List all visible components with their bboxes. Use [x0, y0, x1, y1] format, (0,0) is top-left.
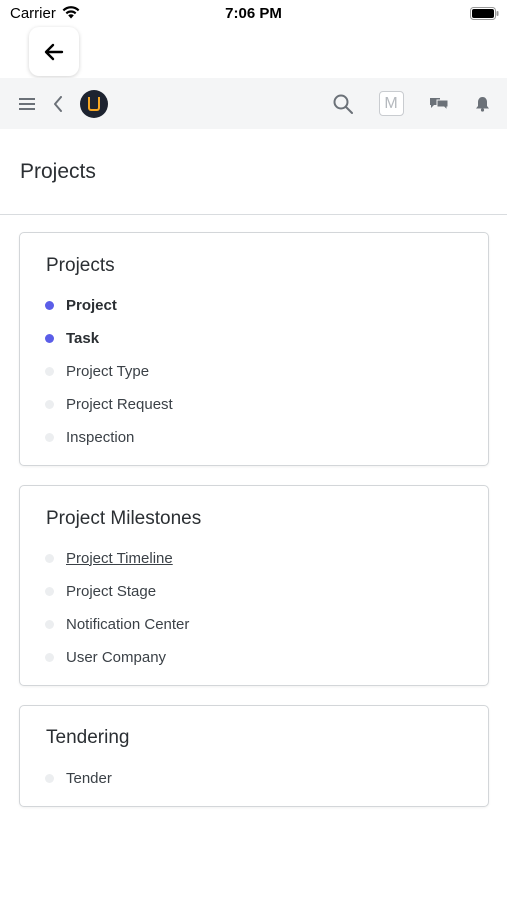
bullet-dot — [45, 399, 54, 409]
bullet-dot — [45, 619, 54, 629]
link-label: Task — [66, 329, 100, 347]
bullet-dot — [45, 432, 54, 442]
logo-icon — [80, 89, 108, 118]
page-title: Projects — [20, 160, 96, 183]
bullet-dot — [45, 586, 54, 596]
link-label: Notification Center — [66, 615, 190, 633]
menu-button[interactable] — [14, 78, 40, 129]
link-label: Project — [66, 296, 117, 314]
back-button[interactable] — [29, 27, 79, 76]
link-label: Project Request — [66, 395, 173, 413]
hamburger-icon — [19, 97, 35, 110]
card-title: Projects — [46, 255, 115, 276]
bullet-dot — [45, 773, 54, 783]
avatar: M — [378, 91, 404, 116]
battery-icon — [470, 7, 499, 20]
bullet-dot — [45, 553, 54, 563]
app-navbar: M — [0, 78, 507, 129]
card-title: Tendering — [46, 727, 130, 748]
link-task[interactable]: Task — [45, 327, 99, 349]
link-inspection[interactable]: Inspection — [45, 426, 134, 448]
search-button[interactable] — [330, 78, 356, 129]
page-header: Projects — [0, 129, 507, 215]
link-project-stage[interactable]: Project Stage — [45, 580, 156, 602]
arrow-left-icon — [44, 43, 64, 60]
link-project-type[interactable]: Project Type — [45, 360, 149, 382]
chat-button[interactable] — [427, 78, 451, 129]
avatar-button[interactable]: M — [377, 78, 405, 129]
link-project-request[interactable]: Project Request — [45, 393, 173, 415]
card-projects: Projects Project Task Project Type Proje… — [19, 232, 489, 466]
link-notification-center[interactable]: Notification Center — [45, 613, 189, 635]
link-label: Tender — [66, 769, 112, 787]
clock: 7:06 PM — [225, 5, 282, 22]
link-label: Project Stage — [66, 582, 157, 600]
link-project[interactable]: Project — [45, 294, 117, 316]
bullet-dot — [45, 366, 54, 376]
card-project-milestones: Project Milestones Project Timeline Proj… — [19, 485, 489, 686]
link-label: Inspection — [66, 428, 135, 446]
status-bar: Carrier 7:06 PM — [0, 0, 507, 28]
link-label: Project Timeline — [66, 549, 173, 567]
chevron-left-icon — [54, 95, 62, 112]
card-title: Project Milestones — [46, 508, 202, 529]
bullet-dot — [45, 652, 54, 662]
link-project-timeline[interactable]: Project Timeline — [45, 547, 173, 569]
chat-bubbles-icon — [430, 97, 449, 111]
notifications-button[interactable] — [471, 78, 493, 129]
card-tendering: Tendering Tender — [19, 705, 489, 807]
bullet-dot — [45, 333, 54, 343]
app-logo[interactable] — [79, 78, 109, 129]
bell-icon — [475, 96, 489, 112]
bullet-dot — [45, 300, 54, 310]
link-user-company[interactable]: User Company — [45, 646, 166, 668]
link-label: User Company — [66, 648, 167, 666]
link-tender[interactable]: Tender — [45, 767, 112, 789]
nav-back-button[interactable] — [48, 78, 68, 129]
search-icon — [333, 94, 353, 114]
link-label: Project Type — [66, 362, 150, 380]
